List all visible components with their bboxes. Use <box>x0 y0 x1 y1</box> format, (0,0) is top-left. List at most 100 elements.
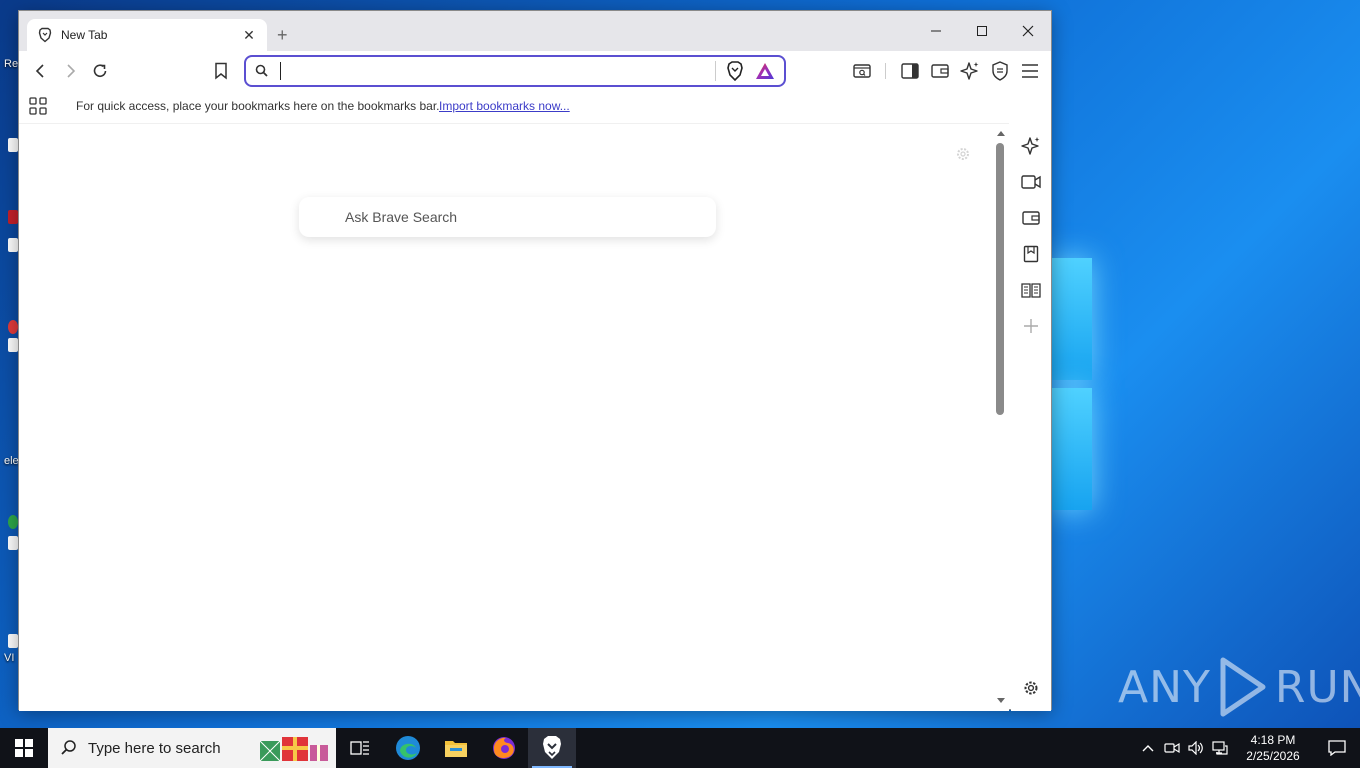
file-explorer-icon <box>445 741 467 757</box>
scroll-thumb[interactable] <box>996 143 1004 415</box>
network-icon <box>1212 741 1228 755</box>
edge-icon <box>396 736 420 760</box>
apps-grid-icon[interactable] <box>29 97 47 115</box>
meet-now-button[interactable] <box>1160 728 1184 768</box>
tray-overflow-button[interactable] <box>1136 728 1160 768</box>
taskbar-clock[interactable]: 4:18 PM 2/25/2026 <box>1232 732 1314 764</box>
maximize-button[interactable] <box>959 11 1005 51</box>
sidebar-add-button[interactable] <box>1020 315 1042 337</box>
ask-brave-search-box[interactable]: Ask Brave Search <box>299 197 716 237</box>
video-call-icon <box>1021 175 1041 189</box>
brave-browser-window: New Tab ✕ + For quick access, place your… <box>18 10 1052 711</box>
reload-icon <box>93 64 107 77</box>
vpn-shield-icon <box>992 61 1008 81</box>
settings-icon <box>1024 681 1038 695</box>
network-button[interactable] <box>1208 728 1232 768</box>
volume-button[interactable] <box>1184 728 1208 768</box>
windows-taskbar: Type here to search 4:18 PM 2/25/2026 <box>0 728 1360 768</box>
brave-lion-icon <box>38 27 52 43</box>
desktop-icons-column: Re ele VI <box>4 58 19 664</box>
page-scrollbar[interactable] <box>994 131 1008 709</box>
windows-wallpaper-logo <box>1052 258 1092 510</box>
wallet-icon <box>931 64 949 78</box>
bookmark-page-button[interactable] <box>209 59 233 83</box>
vpn-shield-button[interactable] <box>988 59 1012 83</box>
reload-button[interactable] <box>88 59 112 83</box>
new-tab-button[interactable]: + <box>277 19 288 51</box>
toolbar-separator <box>885 63 886 79</box>
sidebar-icon <box>901 63 919 79</box>
bookmarks-icon <box>1023 245 1039 263</box>
close-window-button[interactable] <box>1005 11 1051 51</box>
edge-taskbar-button[interactable] <box>384 728 432 768</box>
bookmarks-bar: For quick access, place your bookmarks h… <box>19 91 1051 121</box>
notification-icon <box>1328 740 1346 756</box>
address-input[interactable] <box>291 59 707 83</box>
ask-brave-search-placeholder: Ask Brave Search <box>345 209 458 225</box>
sidebar-wallet-button[interactable] <box>1020 207 1042 229</box>
address-bar[interactable] <box>244 55 786 87</box>
tab-close-icon[interactable]: ✕ <box>241 27 257 43</box>
leo-ai-icon <box>960 62 979 80</box>
chevron-up-icon <box>1142 745 1154 752</box>
tab-search-icon <box>853 64 871 78</box>
title-bar: New Tab ✕ + <box>19 11 1051 51</box>
brave-shields-button[interactable] <box>724 60 746 82</box>
brave-rewards-button[interactable] <box>754 60 776 82</box>
sidebar-talk-button[interactable] <box>1020 171 1042 193</box>
brave-icon <box>543 736 561 759</box>
firefox-taskbar-button[interactable] <box>480 728 528 768</box>
sidebar-reading-list-button[interactable] <box>1020 279 1042 301</box>
task-view-icon <box>350 741 369 755</box>
task-view-button[interactable] <box>336 728 384 768</box>
tab-search-button[interactable] <box>850 59 874 83</box>
taskbar-search-placeholder: Type here to search <box>88 739 221 757</box>
brave-shields-icon <box>727 61 743 81</box>
back-button[interactable] <box>29 59 53 83</box>
brave-rewards-triangle-icon <box>756 63 774 79</box>
speaker-icon <box>1188 741 1203 755</box>
import-bookmarks-link[interactable]: Import bookmarks now... <box>439 99 570 113</box>
firefox-icon <box>493 737 515 759</box>
clock-time: 4:18 PM <box>1250 733 1296 747</box>
omnibox-separator <box>715 61 716 81</box>
windows-start-icon <box>15 739 33 757</box>
window-controls <box>913 11 1051 51</box>
start-button[interactable] <box>0 728 48 768</box>
add-icon <box>1024 319 1038 333</box>
notification-center-button[interactable] <box>1314 728 1360 768</box>
sidebar-toggle-button[interactable] <box>898 59 922 83</box>
close-icon <box>1022 25 1034 37</box>
toolbar <box>19 51 1051 91</box>
customize-gear-icon[interactable] <box>955 146 971 162</box>
search-icon <box>61 740 76 755</box>
new-tab-page: Ask Brave Search <box>19 123 1009 711</box>
tab-new-tab[interactable]: New Tab ✕ <box>27 19 267 51</box>
brave-taskbar-button[interactable] <box>528 728 576 768</box>
scroll-up-arrow-icon[interactable] <box>997 131 1005 136</box>
file-explorer-taskbar-button[interactable] <box>432 728 480 768</box>
wallet-icon <box>1022 211 1040 225</box>
bookmarks-hint: For quick access, place your bookmarks h… <box>76 99 440 113</box>
leo-ai-icon <box>1021 137 1040 155</box>
sidebar-leo-ai-button[interactable] <box>1020 135 1042 157</box>
sidebar-settings-button[interactable] <box>1020 677 1042 699</box>
maximize-icon <box>977 26 987 36</box>
leo-ai-button[interactable] <box>958 59 982 83</box>
bookmark-icon <box>215 62 227 80</box>
system-tray: 4:18 PM 2/25/2026 <box>1136 728 1360 768</box>
sidebar-bookmarks-button[interactable] <box>1020 243 1042 265</box>
taskbar-search-box[interactable]: Type here to search <box>48 728 336 768</box>
side-panel-bar <box>1011 123 1051 711</box>
main-menu-button[interactable] <box>1018 59 1042 83</box>
scroll-down-arrow-icon[interactable] <box>997 698 1005 703</box>
reading-list-icon <box>1021 283 1041 298</box>
tab-title: New Tab <box>61 28 108 42</box>
search-icon <box>255 64 268 77</box>
play-logo-icon <box>1220 657 1266 717</box>
wallet-button[interactable] <box>928 59 952 83</box>
forward-button[interactable] <box>58 59 82 83</box>
minimize-button[interactable] <box>913 11 959 51</box>
search-highlight-gifts-icon <box>259 737 328 762</box>
clock-date: 2/25/2026 <box>1246 749 1300 763</box>
